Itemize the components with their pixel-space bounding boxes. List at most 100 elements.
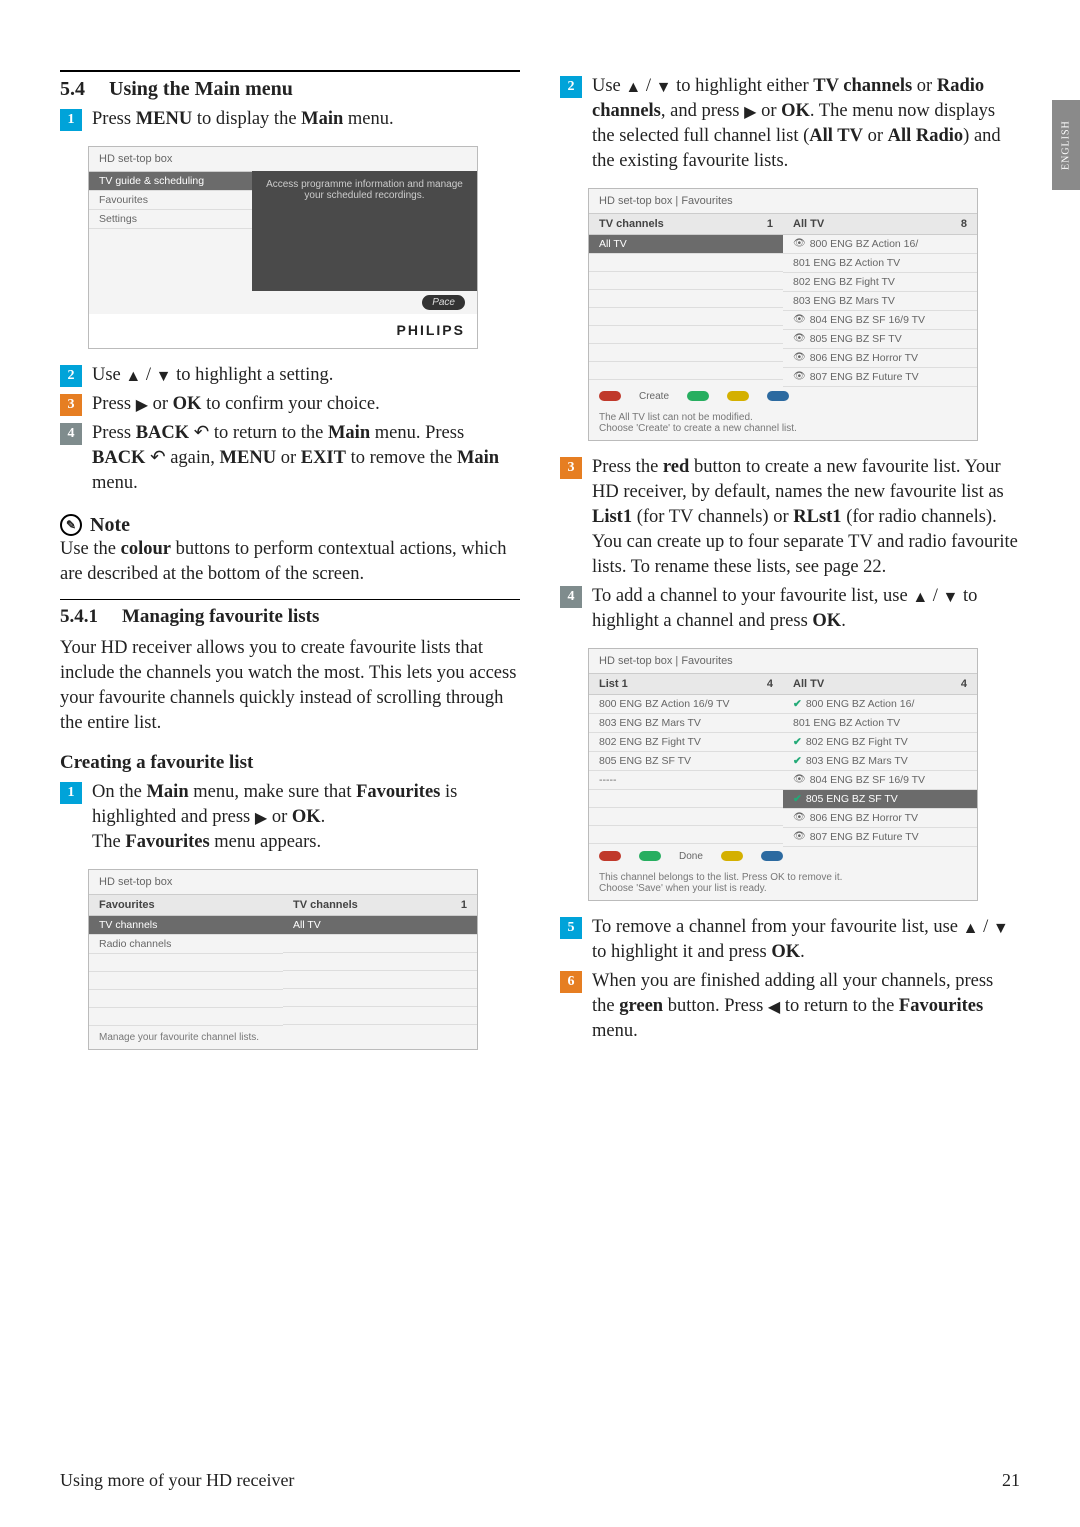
list-item: 803 ENG BZ Mars TV [783, 292, 977, 311]
text: Press the [592, 457, 663, 477]
eye-icon: 👁 [793, 352, 806, 363]
right-icon: ▶ [744, 105, 756, 121]
green-pill-icon [639, 851, 661, 861]
text: MENU [220, 448, 277, 468]
green-pill-icon [687, 391, 709, 401]
color-buttons: Done [589, 847, 977, 866]
pane-header: Favourites [99, 899, 155, 911]
list-item: 806 ENG BZ Horror TV [810, 352, 918, 364]
page-footer: Using more of your HD receiver 21 [60, 1470, 1020, 1491]
text: Press [92, 109, 136, 129]
list-item [589, 254, 783, 272]
text: again, [170, 448, 219, 468]
text: All Radio [888, 126, 964, 146]
eye-icon: 👁 [793, 812, 806, 823]
text: to highlight it and press [592, 942, 771, 962]
text: 804 ENG BZ SF 16/9 TV [810, 774, 925, 786]
left-column: 5.4Using the Main menu 1 Press MENU to d… [60, 70, 520, 1064]
text: menu, make sure that [189, 782, 356, 802]
step-4-body: Press BACK ↶ to return to the Main menu.… [92, 421, 520, 496]
step-badge-2: 2 [560, 76, 582, 98]
list-item: 802 ENG BZ Fight TV [589, 733, 783, 752]
eye-icon: 👁 [793, 314, 806, 325]
list-item: 801 ENG BZ Action TV [783, 714, 977, 733]
text: , and press [661, 101, 744, 121]
create-label: Create [639, 391, 669, 402]
text: . [321, 807, 326, 827]
step-badge-2: 2 [60, 365, 82, 387]
list-item [589, 344, 783, 362]
count: 8 [961, 218, 967, 230]
text: . [841, 611, 846, 631]
text: Favourites [356, 782, 440, 802]
text: Main [146, 782, 188, 802]
breadcrumb: HD set-top box | Favourites [589, 189, 977, 213]
eye-icon: 👁 [793, 333, 806, 344]
step-badge-5: 5 [560, 917, 582, 939]
text: 802 ENG BZ Fight TV [806, 736, 908, 748]
step-badge-4: 4 [60, 423, 82, 445]
done-label: Done [679, 851, 703, 862]
section-number: 5.4.1 [60, 606, 98, 627]
left-icon: ◀ [768, 1000, 780, 1016]
text: Main [457, 448, 499, 468]
down-icon: ▼ [993, 921, 1009, 937]
list-item: TV channels [89, 916, 283, 935]
create-step-2: 2 Use ▲ / ▼ to highlight either TV chann… [560, 74, 1020, 174]
text: / [979, 917, 993, 937]
text: 800 ENG BZ Action 16/ [806, 698, 915, 710]
hint-text: Manage your favourite channel lists. [89, 1026, 477, 1049]
text: Use the [60, 539, 121, 559]
text: / [141, 365, 155, 385]
list-item: ✔ 803 ENG BZ Mars TV [783, 752, 977, 771]
text: red [663, 457, 689, 477]
note-label: Note [90, 514, 130, 537]
section-5-4-heading: 5.4Using the Main menu [60, 70, 520, 101]
create-step-4-body: To add a channel to your favourite list,… [592, 584, 1020, 634]
text: or [276, 448, 301, 468]
info-panel: Access programme information and manage … [252, 171, 477, 291]
yellow-pill-icon [721, 851, 743, 861]
right-column: 2 Use ▲ / ▼ to highlight either TV chann… [560, 70, 1020, 1064]
text: List1 [592, 507, 632, 527]
list-item: 800 ENG BZ Action 16/ [810, 238, 919, 250]
text: The [92, 832, 125, 852]
red-pill-icon [599, 851, 621, 861]
list-item [283, 1007, 477, 1025]
text: / [641, 76, 655, 96]
text: Main [301, 109, 343, 129]
count: 1 [767, 218, 773, 230]
create-step-4: 4 To add a channel to your favourite lis… [560, 584, 1020, 634]
text: or [148, 394, 173, 414]
text: menu. [343, 109, 393, 129]
text: Choose 'Create' to create a new channel … [599, 423, 797, 434]
pane-header: List 1 [599, 678, 628, 690]
text: TV channels [813, 76, 912, 96]
text: menu appears. [210, 832, 321, 852]
count: 1 [461, 899, 467, 911]
channel-rows: ✔ 800 ENG BZ Action 16/801 ENG BZ Action… [783, 695, 977, 847]
text: to highlight either [671, 76, 813, 96]
create-step-5: 5 To remove a channel from your favourit… [560, 915, 1020, 965]
screenshot-favourites-menu: HD set-top box Favourites TV channels Ra… [88, 869, 478, 1050]
step-1: 1 Press MENU to display the Main menu. [60, 107, 520, 132]
eye-icon: 👁 [793, 371, 806, 382]
text: menu. [92, 473, 138, 493]
screenshot-add-channel: HD set-top box | Favourites List 14 800 … [588, 648, 978, 901]
list-item: 805 ENG BZ SF TV [589, 752, 783, 771]
text: 801 ENG BZ Action TV [793, 717, 900, 729]
text: menu. [592, 1021, 638, 1041]
text: All TV [809, 126, 863, 146]
text: to return to the [214, 423, 328, 443]
text: or [756, 101, 781, 121]
text: or [267, 807, 292, 827]
text: 807 ENG BZ Future TV [810, 831, 919, 843]
pane-header: TV channels [293, 899, 358, 911]
right-icon: ▶ [136, 398, 148, 414]
step-4: 4 Press BACK ↶ to return to the Main men… [60, 421, 520, 496]
list-item [283, 953, 477, 971]
step-3: 3 Press ▶ or OK to confirm your choice. [60, 392, 520, 417]
blue-pill-icon [767, 391, 789, 401]
step-badge-4: 4 [560, 586, 582, 608]
list-item: 803 ENG BZ Mars TV [589, 714, 783, 733]
